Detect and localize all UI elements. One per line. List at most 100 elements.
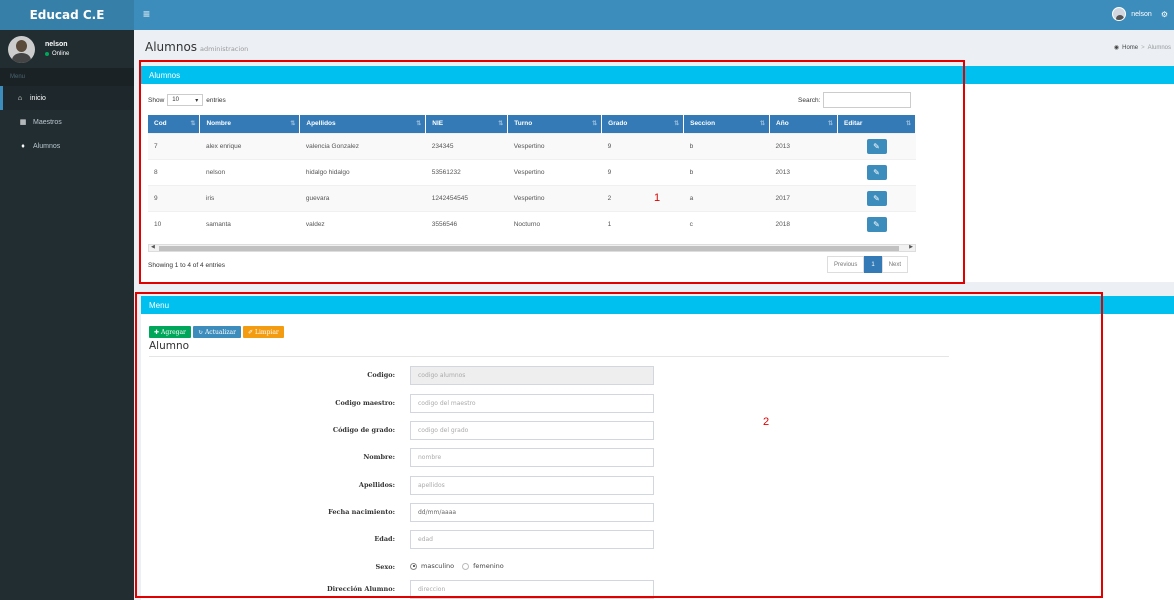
user-menu[interactable]: nelson ⚙ (1112, 7, 1168, 21)
edit-button[interactable]: ✎ (866, 164, 887, 180)
gear-icon[interactable]: ⚙ (1161, 10, 1168, 19)
edit-button[interactable]: ✎ (866, 138, 887, 154)
cell-nombre: nelson (199, 158, 300, 185)
table-info: Showing 1 to 4 of 4 entries (148, 262, 225, 269)
apellidos-field[interactable]: apellidos (410, 476, 654, 495)
home-icon: ⌂ (17, 94, 23, 102)
cell-cod: 7 (148, 132, 200, 159)
user-status-text: Online (52, 51, 70, 57)
cell-turno: Vespertino (507, 132, 602, 159)
dashboard-icon: ◉ (1113, 45, 1120, 51)
add-button[interactable]: ✚ Agregar (149, 326, 191, 338)
chevron-down-icon: ▾ (195, 97, 199, 104)
form-row-direccion: Dirección Alumno: direccion (141, 580, 661, 600)
edit-button[interactable]: ✎ (866, 216, 887, 232)
sidebar-item-inicio[interactable]: ⌂ inicio (0, 86, 134, 110)
app-logo[interactable]: Educad C.E (0, 0, 134, 30)
sort-icon: ⇅ (760, 121, 766, 127)
codigo-field[interactable]: codigo alumnos (410, 366, 654, 385)
annotation-label-2: 2 (763, 416, 770, 428)
codigo-grado-field[interactable]: codigo del grado (410, 421, 654, 440)
radio-femenino[interactable] (462, 562, 470, 570)
form-row-fecha-nacimiento: Fecha nacimiento: dd/mm/aaaa (141, 503, 661, 523)
column-header-nombre[interactable]: Nombre ⇅ (199, 115, 301, 133)
table-row: 8 nelson hidalgo hidalgo 53561232 Vesper… (148, 158, 916, 185)
column-header-grado[interactable]: Grado ⇅ (601, 115, 685, 133)
sidebar-item-label: inicio (30, 94, 46, 102)
cell-turno: Nocturno (507, 210, 602, 237)
entries-select-value: 10 (172, 97, 179, 103)
column-header-seccion[interactable]: Seccion ⇅ (683, 115, 771, 133)
codigo-maestro-field[interactable]: codigo del maestro (410, 394, 654, 413)
pagination-next[interactable]: Next (881, 256, 909, 273)
radio-label-femenino: femenino (473, 562, 504, 570)
cell-apellidos: guevara (299, 184, 426, 211)
column-header-apellidos[interactable]: Apellidos ⇅ (299, 115, 427, 133)
student-icon: ♦ (21, 142, 25, 150)
horizontal-scrollbar[interactable]: ◀ ▶ (148, 244, 916, 252)
cell-apellidos: valdez (299, 210, 426, 237)
clear-button[interactable]: ✐ Limpiar (242, 326, 284, 338)
search-input[interactable] (823, 92, 912, 108)
box-title: Menu (141, 296, 1174, 314)
fecha-nacimiento-field[interactable]: dd/mm/aaaa (410, 503, 654, 522)
cell-ano: 2017 (769, 184, 838, 211)
scroll-right-icon[interactable]: ▶ (909, 244, 913, 250)
cell-apellidos: valencia Gonzalez (299, 132, 426, 159)
column-header-turno[interactable]: Turno ⇅ (507, 115, 603, 133)
divider (149, 356, 949, 357)
sort-icon: ⇅ (190, 121, 196, 127)
cell-grado: 2 (601, 184, 684, 211)
user-avatar-small (1112, 7, 1127, 21)
search-label: Search: (798, 96, 821, 104)
cell-nombre: iris (199, 184, 300, 211)
form-row-codigo: Codigo: codigo alumnos (141, 366, 661, 386)
form-row-codigo-grado: Código de grado: codigo del grado (141, 421, 661, 441)
sidebar: nelson Online Menu ⌂ inicio ▦ Maestros ♦… (0, 30, 134, 600)
field-label: Sexo: (375, 563, 395, 571)
cell-grado: 9 (601, 158, 684, 185)
edit-icon: ✎ (873, 141, 880, 151)
nombre-field[interactable]: nombre (410, 448, 654, 467)
scroll-left-icon[interactable]: ◀ (151, 244, 155, 250)
teachers-icon: ▦ (19, 119, 27, 126)
annotation-label-1: 1 (654, 192, 661, 204)
form-row-sexo: Sexo: masculino femenino (141, 558, 661, 578)
breadcrumb: ◉ Home > Alumnos (1113, 44, 1171, 52)
scrollbar-thumb[interactable] (159, 246, 899, 251)
form-row-edad: Edad: edad (141, 530, 661, 550)
entries-select[interactable]: 10 ▾ (167, 94, 204, 106)
hamburger-icon[interactable]: ≡ (143, 8, 150, 20)
edit-icon: ✎ (873, 219, 880, 229)
sidebar-item-maestros[interactable]: ▦ Maestros (0, 110, 134, 134)
field-label: Codigo: (367, 371, 395, 379)
form-toolbar: ✚ Agregar ↻ Actualizar ✐ Limpiar (149, 326, 284, 338)
direccion-field[interactable]: direccion (410, 580, 654, 599)
user-name: nelson (45, 41, 68, 48)
pagination-previous[interactable]: Previous (827, 256, 865, 273)
cell-seccion: b (683, 158, 770, 185)
form-title: Alumno (149, 340, 190, 352)
breadcrumb-home[interactable]: Home (1122, 45, 1138, 51)
refresh-icon: ↻ (197, 328, 203, 336)
sort-icon: ⇅ (905, 121, 911, 127)
update-button[interactable]: ↻ Actualizar (192, 326, 241, 338)
sort-icon: ⇅ (498, 121, 504, 127)
column-header-cod[interactable]: Cod ⇅ (148, 115, 201, 133)
table-search: Search: (798, 92, 912, 108)
radio-masculino[interactable] (410, 562, 417, 570)
cell-ano: 2013 (769, 132, 838, 159)
cell-nombre: samanta (199, 210, 300, 237)
column-header-editar[interactable]: Editar ⇅ (837, 115, 916, 133)
cell-grado: 1 (601, 210, 684, 237)
column-header-nie[interactable]: NIE ⇅ (425, 115, 509, 133)
edit-button[interactable]: ✎ (866, 190, 887, 206)
sort-icon: ⇅ (290, 121, 296, 127)
cell-ano: 2018 (769, 210, 838, 237)
alumno-form-box: Menu ✚ Agregar ↻ Actualizar ✐ Limpiar Alumn… (141, 296, 1174, 600)
form-row-codigo-maestro: Codigo maestro: codigo del maestro (141, 394, 661, 414)
edad-field[interactable]: edad (410, 530, 654, 549)
column-header-ano[interactable]: Año ⇅ (769, 115, 838, 133)
pagination-current-page[interactable]: 1 (864, 256, 882, 273)
sidebar-item-alumnos[interactable]: ♦ Alumnos (0, 134, 134, 158)
